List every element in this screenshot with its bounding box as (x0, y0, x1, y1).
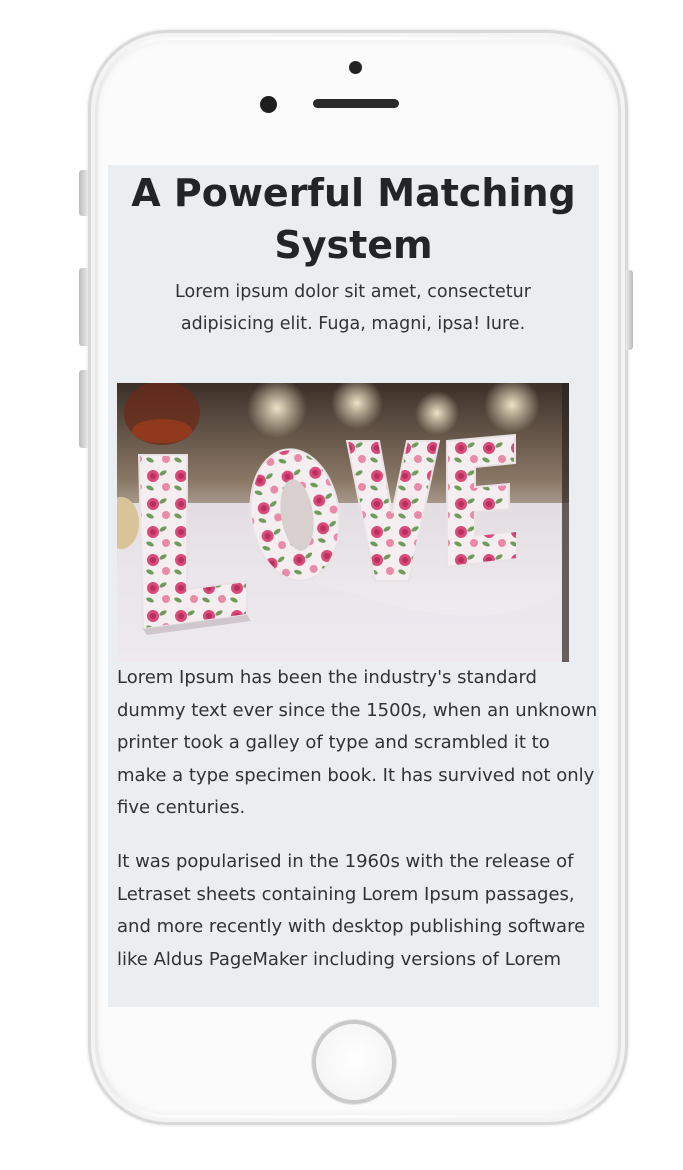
body-paragraph-1: Lorem Ipsum has been the industry's stan… (117, 667, 598, 819)
volume-down-button (79, 370, 88, 448)
volume-up-button (79, 268, 88, 346)
earpiece-speaker (313, 99, 399, 108)
page-title: A Powerful Matching System (131, 171, 576, 267)
power-button (626, 270, 633, 350)
home-button[interactable] (312, 1020, 396, 1104)
front-camera-icon (260, 96, 277, 113)
lead-text: Lorem ipsum dolor sit amet, consectetur … (175, 282, 531, 334)
phone-screen: A Powerful Matching System Lorem ipsum d… (108, 165, 599, 1007)
love-letters-illustration (117, 383, 569, 662)
top-camera-icon (349, 61, 362, 74)
mute-switch (79, 170, 88, 216)
body-paragraph-2: It was popularised in the 1960s with the… (117, 851, 586, 970)
love-letters-image (117, 383, 569, 662)
